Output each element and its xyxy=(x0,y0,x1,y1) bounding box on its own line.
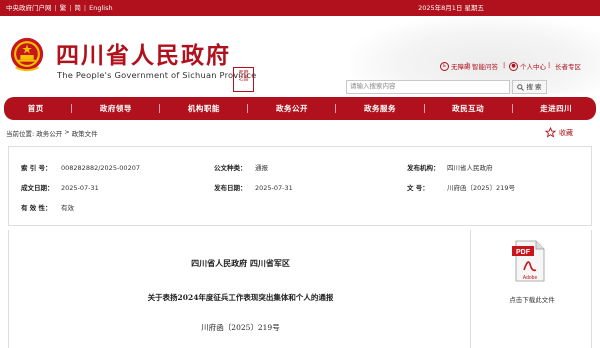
breadcrumb-prefix: 当前位置: xyxy=(6,130,35,138)
validity-value: 有效 xyxy=(61,204,74,212)
breadcrumb-sep: > xyxy=(64,128,70,136)
type-label: 公文种类： xyxy=(214,164,247,172)
nav-item-about-sichuan[interactable]: 走进四川 xyxy=(540,103,572,114)
nav-item-functions[interactable]: 机构职能 xyxy=(188,103,220,114)
smart-qa-label: 智能问答 xyxy=(472,63,498,71)
top-bar: 中央政府门户网 | 繁 | 简 | English 2025年8月1日 星期五 xyxy=(0,0,600,16)
simplified-chinese-link[interactable]: 简 xyxy=(74,3,81,13)
index-label: 索 引 号： xyxy=(21,164,52,172)
breadcrumb: 当前位置: 政务公开 > 政策文件 xyxy=(6,128,98,138)
star-icon xyxy=(545,127,556,138)
nav-item-public-affairs[interactable]: 政务公开 xyxy=(276,103,308,114)
search-button-label: 搜 索 xyxy=(526,83,542,91)
document-issuer: 四川省人民政府 四川省军区 xyxy=(191,258,290,268)
accessibility-icon: ♿ xyxy=(440,61,449,71)
search-button[interactable]: 搜 索 xyxy=(512,80,547,94)
site-title[interactable]: 四川省人民政府 xyxy=(56,43,231,69)
nav-divider xyxy=(423,104,425,113)
nav-item-services[interactable]: 政务服务 xyxy=(364,103,396,114)
site-subtitle: The People's Government of Sichuan Provi… xyxy=(57,70,257,80)
pub-date-label: 发布日期： xyxy=(214,184,247,192)
pdf-badge-text: PDF xyxy=(516,249,531,256)
type-value: 通报 xyxy=(255,164,268,172)
national-emblem-icon xyxy=(10,37,44,72)
personal-center-label: 个人中心 xyxy=(520,63,546,71)
pub-date-value: 2025-07-31 xyxy=(255,184,293,192)
search-input[interactable]: 请输入搜索内容 xyxy=(346,80,510,94)
nav-divider xyxy=(511,104,513,113)
separator: | xyxy=(54,4,57,12)
nav-divider xyxy=(159,104,161,113)
gov-portal-link[interactable]: 中央政府门户网 xyxy=(6,3,52,13)
separator: | xyxy=(83,4,87,12)
separator: | xyxy=(69,4,72,12)
doc-number-label: 文 号： xyxy=(407,184,429,192)
nav-item-home[interactable]: 首页 xyxy=(28,103,44,114)
header: 四川省人民政府 The People's Government of Sichu… xyxy=(0,16,600,94)
nav-item-leaders[interactable]: 政府领导 xyxy=(100,103,132,114)
made-date-label: 成文日期： xyxy=(21,184,54,192)
traditional-chinese-link[interactable]: 繁 xyxy=(60,3,67,13)
separator: | xyxy=(503,61,506,69)
doc-number-value: 川府函〔2025〕219号 xyxy=(447,184,515,192)
current-date: 2025年8月1日 星期五 xyxy=(418,4,484,12)
validity-label: 有 效 性： xyxy=(21,204,52,212)
org-value: 四川省人民政府 xyxy=(447,164,493,172)
document-number: 川府函〔2025〕219号 xyxy=(201,323,280,332)
org-label: 发布机构： xyxy=(407,164,440,172)
breadcrumb-item-policy-docs[interactable]: 政策文件 xyxy=(72,128,98,138)
nav-divider xyxy=(335,104,337,113)
separator: | xyxy=(466,61,469,69)
nav-divider xyxy=(71,104,73,113)
elderly-zone-label: 长者专区 xyxy=(555,63,581,71)
document-metadata: 索 引 号： 008282882/2025-00207 公文种类： 通报 发布机… xyxy=(8,146,592,226)
nav-divider xyxy=(247,104,249,113)
user-icon: ● xyxy=(509,61,518,71)
personal-center-link[interactable]: ● 个人中心 xyxy=(509,61,546,71)
download-label[interactable]: 点击下载此文件 xyxy=(472,294,592,304)
smart-qa-link[interactable]: 智能问答 xyxy=(472,61,498,71)
pdf-icon[interactable]: PDF Adobe xyxy=(512,240,546,282)
favorite-label: 收藏 xyxy=(559,128,573,137)
favorite-button[interactable]: 收藏 xyxy=(545,127,573,138)
adobe-text: Adobe xyxy=(523,275,538,281)
download-panel: PDF Adobe 点击下载此文件 xyxy=(472,230,592,348)
breadcrumb-item-public-affairs[interactable]: 政务公开 xyxy=(36,128,62,138)
elderly-zone-link[interactable]: 长者专区 xyxy=(555,61,581,71)
document-title: 关于表扬2024年度征兵工作表现突出集体和个人的通报 xyxy=(147,293,334,302)
made-date-value: 2025-07-31 xyxy=(61,184,99,192)
nav-item-interaction[interactable]: 政民互动 xyxy=(452,103,484,114)
top-links: 中央政府门户网 | 繁 | 简 | English xyxy=(6,3,113,13)
document-body: 四川省人民政府 四川省军区 关于表扬2024年度征兵工作表现突出集体和个人的通报… xyxy=(8,230,471,348)
separator: | xyxy=(548,61,551,69)
seal-logo: 天府 之国 xyxy=(233,67,254,92)
index-value: 008282882/2025-00207 xyxy=(61,164,140,172)
main-nav: 首页 政府领导 机构职能 政务公开 政务服务 政民互动 走进四川 xyxy=(4,97,596,120)
english-link[interactable]: English xyxy=(89,3,112,13)
search-icon xyxy=(517,83,525,91)
